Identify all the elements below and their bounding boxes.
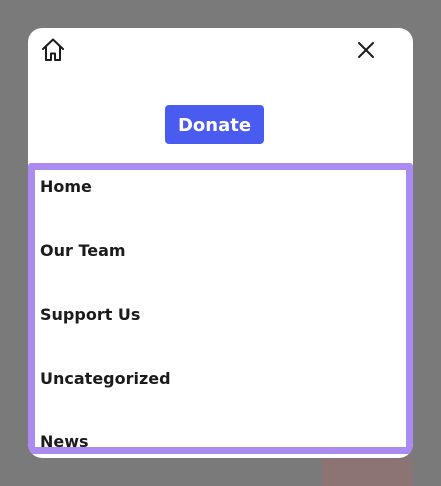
background-element	[322, 458, 412, 486]
nav-menu: Home Our Team Support Us Uncategorized N…	[28, 163, 413, 454]
home-icon	[42, 38, 64, 61]
close-icon	[358, 42, 374, 58]
nav-item-home[interactable]: Home	[40, 177, 92, 196]
close-button[interactable]	[354, 38, 378, 62]
donate-button[interactable]: Donate	[165, 105, 264, 144]
mobile-menu-modal: Donate Home Our Team Support Us Uncatego…	[28, 28, 413, 458]
nav-item-our-team[interactable]: Our Team	[40, 241, 126, 260]
nav-item-uncategorized[interactable]: Uncategorized	[40, 369, 171, 388]
nav-item-support-us[interactable]: Support Us	[40, 305, 140, 324]
nav-item-news[interactable]: News	[40, 432, 89, 447]
home-button[interactable]	[38, 35, 68, 65]
